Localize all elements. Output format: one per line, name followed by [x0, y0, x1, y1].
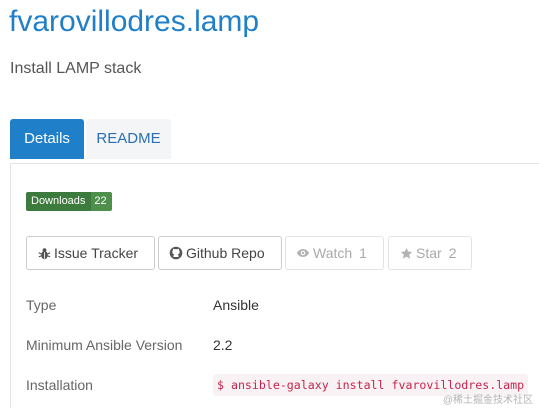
page-title: fvarovillodres.lamp — [9, 5, 260, 38]
star-label: Star — [416, 245, 442, 261]
min-ansible-version-label: Minimum Ansible Version — [26, 337, 183, 353]
downloads-badge: Downloads 22 — [26, 192, 112, 211]
tab-details[interactable]: Details — [10, 119, 84, 159]
downloads-count: 22 — [91, 192, 112, 211]
github-repo-button[interactable]: Github Repo — [158, 236, 282, 270]
issue-tracker-button[interactable]: Issue Tracker — [26, 236, 155, 270]
type-value: Ansible — [213, 297, 259, 313]
tab-bar: Details README — [10, 119, 171, 159]
min-ansible-version-value: 2.2 — [213, 337, 233, 353]
downloads-label: Downloads — [26, 192, 92, 211]
star-count: 2 — [448, 245, 457, 261]
issue-tracker-label: Issue Tracker — [54, 245, 139, 261]
eye-icon — [296, 246, 310, 260]
watch-button[interactable]: Watch 1 — [285, 236, 384, 270]
watermark: @稀土掘金技术社区 — [442, 395, 533, 406]
bug-icon — [37, 246, 51, 260]
watch-label: Watch — [313, 245, 353, 261]
github-repo-label: Github Repo — [186, 245, 265, 261]
page-subtitle: Install LAMP stack — [10, 60, 142, 77]
installation-label: Installation — [26, 377, 93, 393]
star-button[interactable]: Star 2 — [388, 236, 472, 270]
tab-readme[interactable]: README — [86, 119, 171, 159]
github-icon — [169, 246, 183, 260]
role-detail-page: fvarovillodres.lamp Install LAMP stack D… — [0, 0, 539, 408]
star-icon — [399, 246, 413, 260]
type-label: Type — [26, 297, 57, 313]
watch-count: 1 — [359, 245, 367, 261]
